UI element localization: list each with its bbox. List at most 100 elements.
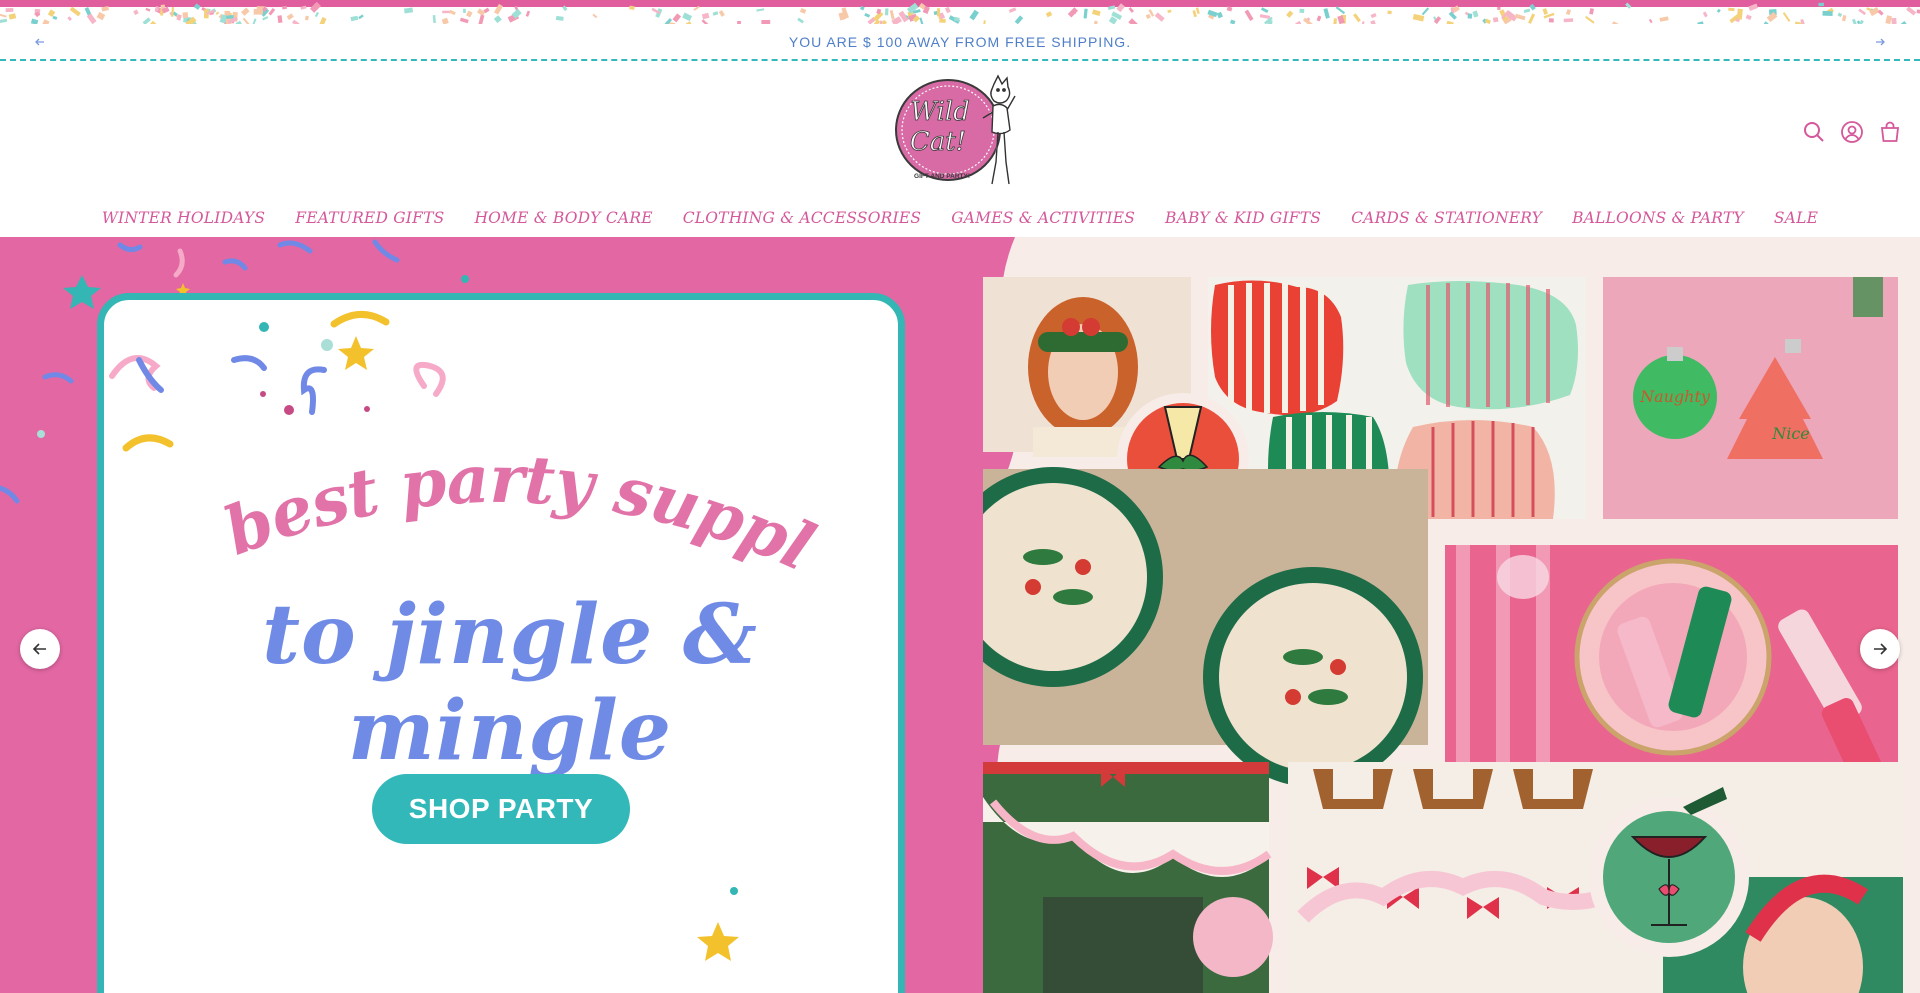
confetti-piece bbox=[1736, 8, 1743, 20]
confetti-piece bbox=[493, 15, 502, 24]
confetti-piece bbox=[1514, 13, 1526, 21]
ornament-nice-text: Nice bbox=[1771, 424, 1810, 443]
confetti-piece bbox=[358, 14, 364, 20]
nav-item-clothing-accessories[interactable]: CLOTHING & ACCESSORIES bbox=[683, 209, 921, 227]
hero-next-button[interactable] bbox=[1860, 629, 1900, 669]
confetti-piece bbox=[1192, 10, 1197, 18]
confetti-piece bbox=[1116, 3, 1125, 13]
confetti-piece bbox=[1523, 8, 1531, 13]
confetti-piece bbox=[1497, 7, 1501, 10]
confetti-piece bbox=[1299, 8, 1305, 14]
confetti-piece bbox=[319, 16, 327, 24]
confetti-piece bbox=[1529, 3, 1536, 11]
announcement-bar: YOU ARE $ 100 AWAY FROM FREE SHIPPING. bbox=[0, 24, 1920, 61]
confetti-piece bbox=[1625, 2, 1632, 9]
confetti-piece bbox=[1154, 12, 1165, 22]
confetti-piece bbox=[944, 6, 951, 14]
confetti-piece bbox=[1548, 18, 1554, 23]
confetti-piece bbox=[1858, 8, 1867, 16]
arrow-right-icon bbox=[1876, 38, 1885, 46]
arrow-left-icon bbox=[35, 38, 44, 46]
confetti-piece bbox=[268, 7, 276, 16]
nav-item-home-body-care[interactable]: HOME & BODY CARE bbox=[474, 209, 652, 227]
confetti-piece bbox=[241, 7, 250, 16]
confetti-piece bbox=[1563, 18, 1574, 23]
confetti-piece bbox=[0, 13, 7, 18]
confetti-piece bbox=[133, 9, 139, 16]
confetti-piece bbox=[718, 10, 725, 17]
nav-item-games-activities[interactable]: GAMES & ACTIVITIES bbox=[951, 209, 1135, 227]
confetti-piece bbox=[101, 6, 109, 12]
confetti-piece bbox=[1353, 13, 1361, 23]
confetti-piece bbox=[1702, 11, 1708, 18]
confetti-piece bbox=[1822, 10, 1833, 16]
confetti-piece bbox=[682, 12, 693, 22]
confetti-piece bbox=[182, 12, 189, 19]
confetti-piece bbox=[672, 13, 682, 23]
hero-headline-1: the best party supplies bbox=[140, 447, 826, 586]
confetti-piece bbox=[1492, 17, 1499, 23]
main-navigation: WINTER HOLIDAYS FEATURED GIFTS HOME & BO… bbox=[0, 199, 1920, 237]
nav-item-baby-kid-gifts[interactable]: BABY & KID GIFTS bbox=[1165, 209, 1321, 227]
confetti-piece bbox=[1260, 7, 1269, 14]
announcement-text: YOU ARE $ 100 AWAY FROM FREE SHIPPING. bbox=[788, 33, 1132, 50]
confetti-piece bbox=[1648, 18, 1653, 24]
confetti-piece bbox=[701, 12, 710, 20]
confetti-piece bbox=[1716, 8, 1721, 13]
confetti-piece bbox=[282, 5, 287, 10]
nav-item-balloons-party[interactable]: BALLOONS & PARTY bbox=[1572, 209, 1744, 227]
confetti-piece bbox=[47, 9, 56, 18]
confetti-piece bbox=[693, 5, 700, 11]
confetti-piece bbox=[52, 15, 58, 20]
confetti-piece bbox=[1818, 2, 1825, 7]
confetti-piece bbox=[1659, 16, 1669, 22]
nav-item-winter-holidays[interactable]: WINTER HOLIDAYS bbox=[102, 209, 265, 227]
shop-party-button[interactable]: SHOP PARTY bbox=[372, 774, 630, 844]
confetti-piece bbox=[1782, 12, 1791, 22]
confetti-piece bbox=[1421, 7, 1430, 16]
confetti-piece bbox=[562, 5, 568, 12]
announcement-prev-button[interactable] bbox=[30, 32, 50, 52]
logo-link[interactable]: Wild Cat! GIFT AND PARTY! bbox=[890, 72, 1030, 194]
confetti-piece bbox=[1837, 12, 1843, 18]
confetti-piece bbox=[1387, 10, 1392, 15]
confetti-piece bbox=[286, 13, 294, 21]
confetti-piece bbox=[350, 15, 359, 22]
nav-item-cards-stationery[interactable]: CARDS & STATIONERY bbox=[1351, 209, 1542, 227]
confetti-piece bbox=[1259, 14, 1271, 19]
confetti-piece bbox=[799, 7, 807, 14]
collage-photo-ornaments: Naughty Nice bbox=[1603, 277, 1898, 519]
nav-item-featured-gifts[interactable]: FEATURED GIFTS bbox=[295, 209, 444, 227]
search-button[interactable] bbox=[1802, 120, 1826, 144]
hero-prev-button[interactable] bbox=[20, 629, 60, 669]
confetti-piece bbox=[889, 10, 895, 20]
account-button[interactable] bbox=[1840, 120, 1864, 144]
cart-button[interactable] bbox=[1878, 120, 1902, 144]
confetti-piece bbox=[304, 15, 309, 21]
confetti-piece bbox=[67, 16, 73, 22]
confetti-piece bbox=[432, 14, 436, 24]
confetti-piece bbox=[1145, 13, 1151, 19]
confetti-piece bbox=[1008, 7, 1017, 13]
confetti-piece bbox=[1885, 15, 1892, 24]
confetti-piece bbox=[142, 17, 151, 24]
confetti-piece bbox=[145, 7, 151, 12]
confetti-banner bbox=[0, 0, 1920, 24]
confetti-piece bbox=[1585, 15, 1595, 24]
confetti-piece bbox=[253, 8, 263, 15]
confetti-pattern bbox=[0, 1, 1920, 24]
announcement-next-button[interactable] bbox=[1870, 32, 1890, 52]
confetti-piece bbox=[1589, 8, 1594, 15]
account-icon bbox=[1841, 121, 1863, 143]
site-header: Wild Cat! GIFT AND PARTY! WINTER HOLIDAY bbox=[0, 62, 1920, 237]
confetti-piece bbox=[1286, 10, 1294, 18]
confetti-piece bbox=[939, 18, 946, 23]
confetti-piece bbox=[1335, 6, 1346, 15]
product-collage: Naughty Nice bbox=[983, 277, 1903, 993]
logo-word-wild: Wild bbox=[910, 97, 970, 127]
confetti-piece bbox=[314, 11, 319, 18]
confetti-piece bbox=[193, 3, 201, 10]
arrow-left-icon bbox=[32, 643, 46, 655]
nav-item-sale[interactable]: SALE bbox=[1774, 209, 1818, 227]
confetti-piece bbox=[459, 17, 469, 24]
